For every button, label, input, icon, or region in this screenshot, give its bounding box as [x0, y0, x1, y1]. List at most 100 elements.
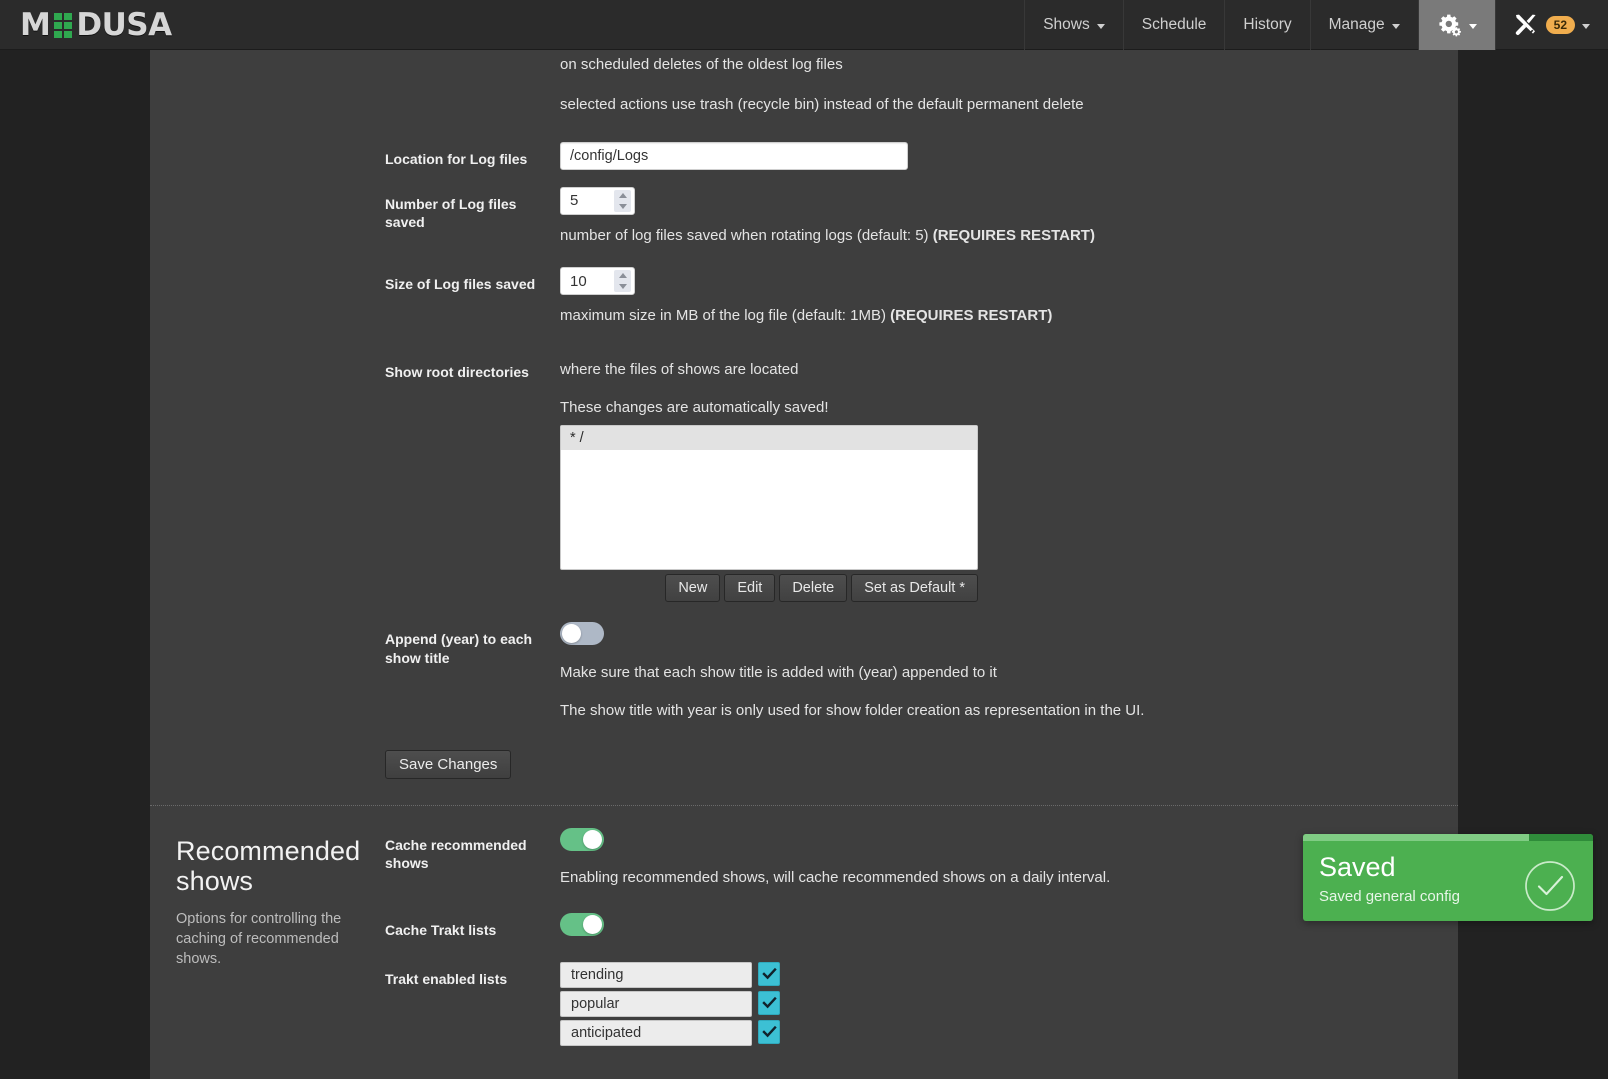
label-log-location: Location for Log files: [385, 150, 528, 167]
toast-progress-fill: [1303, 834, 1530, 842]
help-append-year-2: The show title with year is only used fo…: [560, 702, 1145, 720]
nav-label-schedule: Schedule: [1141, 16, 1207, 33]
nav-item-schedule[interactable]: Schedule: [1122, 0, 1225, 50]
section-general-misc: on scheduled deletes of the oldest log f…: [150, 50, 1458, 805]
chevron-down-icon: [1582, 23, 1590, 29]
root-dirs-listbox[interactable]: * /: [560, 424, 978, 570]
field-help-scheduled-deletes: on scheduled deletes of the oldest log f…: [385, 50, 1438, 80]
toggle-knob: [583, 829, 602, 849]
toast-progress-bar: [1303, 834, 1593, 842]
help-log-count: number of log files saved when rotating …: [560, 221, 1438, 251]
label-log-size: Size of Log files saved: [385, 276, 536, 293]
help-append-year-1: Make sure that each show title is added …: [560, 664, 997, 682]
root-dir-delete-button[interactable]: Delete: [779, 573, 848, 603]
nav-item-manage[interactable]: Manage: [1309, 0, 1418, 50]
navbar-spacer: [190, 0, 1025, 49]
label-append-year: Append (year) to each show title: [385, 631, 533, 666]
tools-icon: [1514, 14, 1538, 36]
root-dir-option[interactable]: * /: [561, 425, 977, 450]
nav-item-history[interactable]: History: [1224, 0, 1309, 50]
field-label-empty: [385, 50, 560, 58]
nav-item-tools[interactable]: 52: [1494, 0, 1608, 50]
field-root-dirs: Show root directories where the files of…: [385, 355, 1438, 603]
section-general-description: [150, 50, 385, 805]
trakt-list-item: trending: [560, 961, 1438, 988]
help-log-size: maximum size in MB of the log file (defa…: [560, 301, 1438, 331]
log-location-input[interactable]: [560, 141, 908, 170]
trakt-list-name-trending[interactable]: trending: [560, 961, 752, 988]
label-root-dirs: Show root directories: [385, 364, 529, 380]
log-size-stepper[interactable]: [560, 267, 635, 296]
check-icon: [761, 996, 777, 1008]
cache-recommended-toggle[interactable]: [560, 827, 604, 851]
help-log-size-bold: (REQUIRES RESTART): [890, 307, 1053, 325]
nav-label-history: History: [1243, 16, 1292, 33]
label-log-count: Number of Log files saved: [385, 195, 517, 230]
root-dir-set-default-button[interactable]: Set as Default *: [851, 573, 978, 603]
label-trakt-lists: Trakt enabled lists: [385, 970, 508, 987]
field-trakt-lists: Trakt enabled lists trending popular ant…: [385, 961, 1438, 1079]
trakt-list-name-popular[interactable]: popular: [560, 990, 752, 1017]
log-size-spinner-icon[interactable]: [614, 270, 631, 293]
trakt-list-checkbox-trending[interactable]: [758, 961, 780, 986]
field-cache-recommended: Cache recommended shows Enabling recomme…: [385, 827, 1438, 893]
help-log-count-bold: (REQUIRES RESTART): [932, 226, 1095, 244]
help-use-trash: selected actions use trash (recycle bin)…: [560, 95, 1084, 113]
recommended-description: Options for controlling the caching of r…: [176, 911, 342, 968]
root-dir-edit-button[interactable]: Edit: [724, 573, 776, 603]
log-count-spinner-icon[interactable]: [614, 189, 631, 212]
help-log-size-plain: maximum size in MB of the log file (defa…: [560, 307, 891, 325]
help-scheduled-deletes: on scheduled deletes of the oldest log f…: [560, 56, 843, 73]
root-dir-new-button[interactable]: New: [665, 573, 721, 603]
logo-dot-grid-icon: [54, 12, 73, 38]
label-cache-recommended: Cache recommended shows: [385, 836, 527, 872]
page-body: on scheduled deletes of the oldest log f…: [0, 50, 1608, 1079]
append-year-toggle[interactable]: [560, 622, 604, 646]
log-count-stepper[interactable]: [560, 186, 635, 215]
field-log-location: Location for Log files: [385, 141, 1438, 170]
top-navbar: M DUSA Shows Schedule History Manage 52: [0, 0, 1608, 50]
recommended-description-column: Recommended shows Options for controllin…: [150, 806, 385, 1079]
nav-item-config[interactable]: [1417, 0, 1495, 50]
logo-text-dusa: DUSA: [76, 7, 172, 43]
check-icon: [761, 967, 777, 979]
cache-trakt-toggle[interactable]: [560, 912, 604, 936]
trakt-list-item: anticipated: [560, 1019, 1438, 1046]
logo-text-m: M: [20, 7, 51, 43]
field-log-count: Number of Log files saved number of log …: [385, 186, 1438, 251]
toast-body: Saved Saved general config: [1303, 841, 1593, 921]
nav-label-manage: Manage: [1328, 16, 1385, 33]
navbar-items: Shows Schedule History Manage 52: [1024, 0, 1608, 50]
label-cache-trakt: Cache Trakt lists: [385, 921, 497, 938]
help-root-dirs-2: These changes are automatically saved!: [560, 398, 829, 416]
check-circle-icon: [1524, 860, 1576, 917]
field-cache-trakt: Cache Trakt lists: [385, 912, 1438, 941]
saved-toast[interactable]: Saved Saved general config: [1303, 834, 1593, 921]
recommended-fields: Cache recommended shows Enabling recomme…: [385, 806, 1458, 1079]
config-content-panel: on scheduled deletes of the oldest log f…: [150, 50, 1458, 1079]
root-dirs-button-group: New Edit Delete Set as Default *: [560, 573, 978, 603]
help-log-count-plain: number of log files saved when rotating …: [560, 226, 933, 244]
section-general-fields: on scheduled deletes of the oldest log f…: [385, 50, 1458, 805]
nav-item-shows[interactable]: Shows: [1024, 0, 1123, 50]
trakt-list-item: popular: [560, 990, 1438, 1017]
brand-logo[interactable]: M DUSA: [0, 0, 190, 50]
field-help-trash: selected actions use trash (recycle bin)…: [385, 90, 1438, 120]
trakt-list-checkbox-popular[interactable]: [758, 990, 780, 1015]
save-changes-button[interactable]: Save Changes: [385, 749, 512, 779]
gears-icon: [1437, 13, 1462, 37]
tools-badge-count: 52: [1545, 16, 1575, 34]
field-append-year: Append (year) to each show title Make su…: [385, 622, 1438, 726]
field-label-empty: [385, 90, 560, 98]
trakt-list-checkbox-anticipated[interactable]: [758, 1019, 780, 1044]
nav-label-shows: Shows: [1043, 16, 1090, 33]
section-recommended-shows: Recommended shows Options for controllin…: [150, 806, 1458, 1079]
field-log-size: Size of Log files saved maximum size in …: [385, 267, 1438, 331]
chevron-down-icon: [1391, 23, 1400, 29]
chevron-down-icon: [1096, 23, 1105, 29]
help-root-dirs-1: where the files of shows are located: [560, 361, 799, 378]
trakt-list-name-anticipated[interactable]: anticipated: [560, 1019, 752, 1046]
toggle-knob: [583, 914, 602, 934]
check-icon: [761, 1025, 777, 1037]
field-save-general: Save Changes: [385, 749, 1438, 805]
